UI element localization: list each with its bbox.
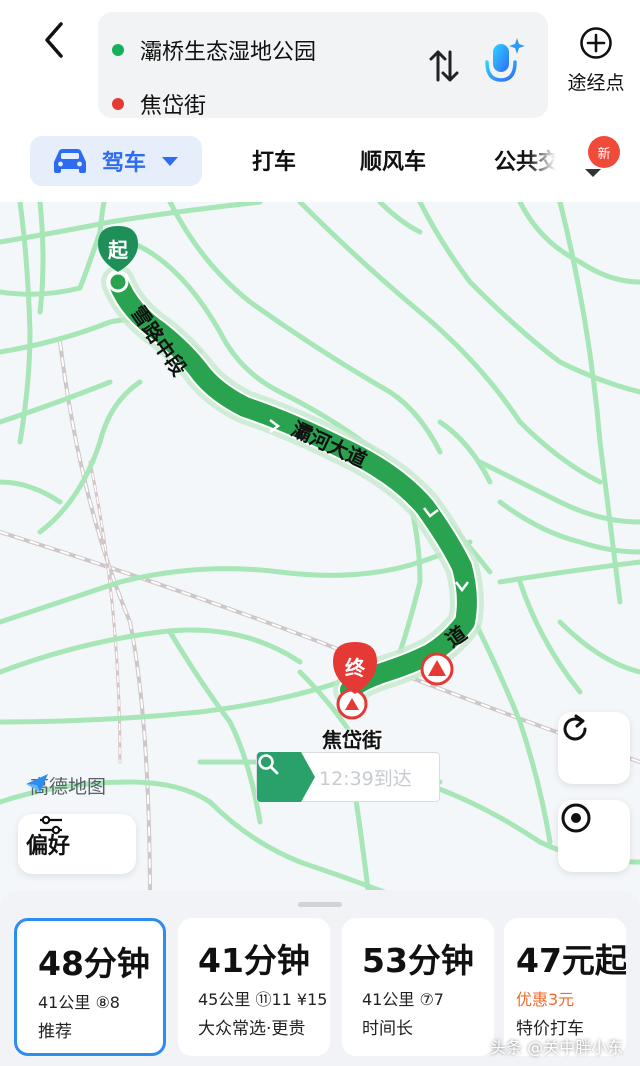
- car-icon: [54, 149, 86, 173]
- route-tag: 时间长: [362, 1019, 413, 1039]
- add-waypoint-button[interactable]: 途经点: [556, 26, 636, 106]
- refresh-icon: [563, 714, 587, 741]
- destination-map-label: 焦岱街: [322, 728, 382, 752]
- tab-drive[interactable]: 驾车: [30, 136, 202, 186]
- destination-dot-icon: [112, 98, 124, 110]
- end-marker: 终: [333, 642, 377, 720]
- map-view[interactable]: 雪路中段 灞河大道 道 起 终 焦岱街 高德地图 12:39到达 偏好: [0, 202, 640, 906]
- voice-input-button[interactable]: [478, 34, 528, 94]
- swap-arrows-icon: [429, 50, 459, 82]
- search-along-route[interactable]: 12:39到达: [256, 752, 440, 802]
- more-modes-button[interactable]: 新: [572, 136, 632, 190]
- route-tag: 大众常选·更贵: [198, 1019, 306, 1039]
- end-marker-label: 终: [345, 656, 366, 680]
- route-card-2[interactable]: 41分钟 45公里 ⑪11 ¥15 大众常选·更贵: [178, 918, 330, 1056]
- sliders-icon: [40, 815, 62, 835]
- route-meta: 45公里 ⑪11 ¥15: [198, 990, 328, 1009]
- eta-text: 12:39到达: [319, 767, 412, 790]
- origin-dot-icon: [112, 44, 124, 56]
- refresh-route-button[interactable]: [558, 712, 630, 784]
- tab-drive-label: 驾车: [102, 151, 147, 176]
- route-header: 灞桥生态湿地公园 焦岱街 途经点: [0, 0, 640, 122]
- route-time: 53分钟: [362, 941, 474, 980]
- new-badge: 新: [588, 136, 620, 168]
- tab-carpool[interactable]: 顺风车: [360, 144, 426, 176]
- taxi-discount: 优惠3元: [516, 990, 575, 1009]
- drag-handle[interactable]: [298, 902, 342, 907]
- watermark: 头条 @关中胖小东: [490, 1038, 624, 1057]
- my-location-button[interactable]: [558, 800, 630, 872]
- amap-logo-icon: [26, 774, 48, 792]
- route-meta: 41公里 ⑧8: [38, 993, 120, 1012]
- back-button[interactable]: [28, 14, 80, 66]
- route-card-3[interactable]: 53分钟 41公里 ⑦7 时间长: [342, 918, 494, 1056]
- amap-logo: 高德地图: [24, 772, 106, 799]
- destination-text: 焦岱街: [140, 94, 207, 119]
- preference-button[interactable]: 偏好: [18, 814, 136, 874]
- start-marker-label: 起: [107, 238, 129, 262]
- search-icon: [257, 752, 301, 802]
- taxi-price: 47元起: [516, 941, 626, 980]
- route-time: 41分钟: [198, 941, 310, 980]
- route-tag: 推荐: [38, 1022, 72, 1042]
- tab-transit[interactable]: 公共交: [494, 144, 556, 176]
- road-labels: 雪路中段 灞河大道 道: [126, 301, 471, 652]
- dropdown-triangle-icon: [162, 157, 179, 166]
- route-input-box: 灞桥生态湿地公园 焦岱街: [98, 12, 548, 119]
- chevron-down-icon: [585, 169, 601, 177]
- construction-icon: [420, 652, 454, 686]
- travel-mode-tabs: 驾车 打车 顺风车 公共交 新: [0, 122, 640, 202]
- destination-field[interactable]: 焦岱街: [112, 84, 412, 124]
- route-card-recommended[interactable]: 48分钟 41公里 ⑧8 推荐: [14, 918, 166, 1056]
- locate-icon: [561, 803, 591, 833]
- waypoint-label: 途经点: [567, 72, 625, 94]
- origin-text: 灞桥生态湿地公园: [140, 40, 317, 65]
- tab-taxi[interactable]: 打车: [252, 144, 296, 176]
- swap-button[interactable]: [424, 44, 464, 88]
- chevron-left-icon: [45, 22, 63, 58]
- route-meta: 41公里 ⑦7: [362, 990, 444, 1009]
- microphone-icon: [485, 38, 525, 90]
- origin-field[interactable]: 灞桥生态湿地公园: [112, 30, 412, 70]
- route-time: 48分钟: [38, 944, 150, 983]
- plus-circle-icon: [580, 27, 612, 59]
